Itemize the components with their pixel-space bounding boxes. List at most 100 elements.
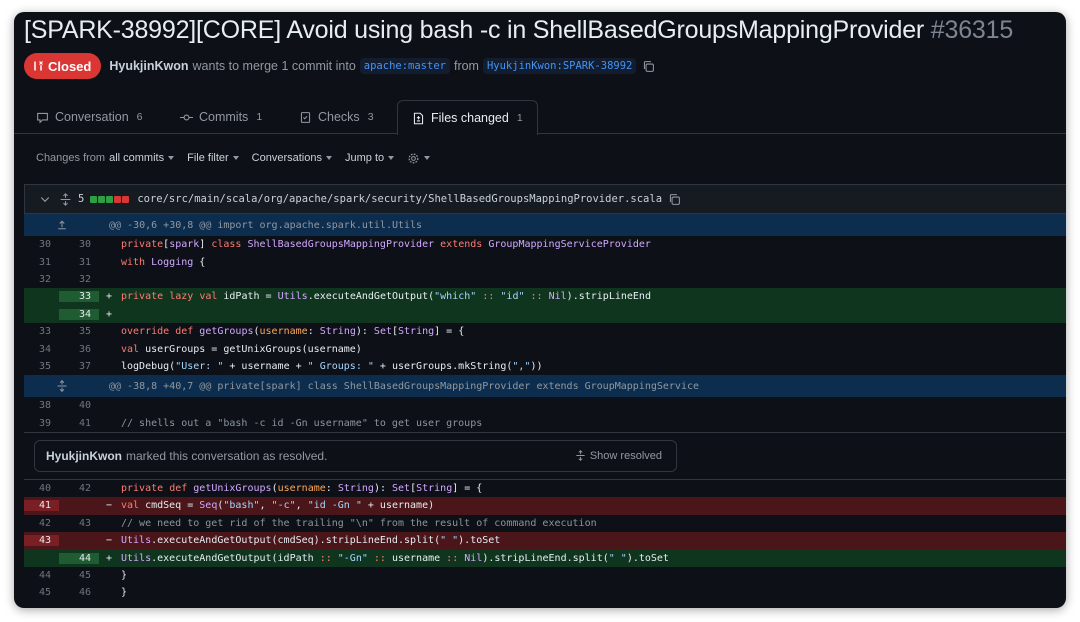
conversations-label: Conversations: [251, 152, 322, 164]
diff-line: 39 41 // shells out a "bash -c id -Gn us…: [24, 415, 1066, 432]
new-line-number[interactable]: 44: [59, 552, 99, 564]
code-line: }: [121, 587, 128, 599]
file-filter-dropdown[interactable]: File filter: [187, 152, 239, 164]
resolved-conversation: HyukjinKwon marked this conversation as …: [24, 431, 1066, 480]
pr-tabs: Conversation 6 Commits 1 Checks 3 Files …: [14, 100, 1066, 135]
unfold-icon: [576, 450, 585, 462]
resolved-user[interactable]: HyukjinKwon: [46, 449, 122, 463]
old-line-number[interactable]: 45: [24, 587, 59, 598]
settings-dropdown[interactable]: [407, 152, 431, 165]
diff-sign: −: [105, 500, 113, 512]
diff-line: 31 31 with Logging {: [24, 253, 1066, 270]
diff-line: 38 40: [24, 397, 1066, 414]
code-line: logDebug("User: " + username + " Groups:…: [121, 360, 543, 372]
tab-checks[interactable]: Checks 3: [299, 100, 374, 134]
gear-icon: [408, 153, 419, 163]
old-line-number[interactable]: 35: [24, 361, 59, 372]
tab-count: 6: [136, 111, 143, 123]
comment-icon: [37, 112, 48, 124]
code-line: Utils.executeAndGetOutput(cmdSeq).stripL…: [121, 535, 501, 547]
author-link[interactable]: HyukjinKwon: [109, 59, 188, 73]
copy-icon[interactable]: [668, 193, 681, 206]
new-line-number[interactable]: 34: [59, 308, 99, 320]
code-line: // we need to get rid of the trailing "\…: [121, 517, 597, 529]
old-line-number[interactable]: 31: [24, 257, 59, 268]
old-line-number[interactable]: 32: [24, 274, 59, 285]
new-line-number[interactable]: 36: [59, 344, 99, 355]
new-line-number[interactable]: 42: [59, 483, 99, 494]
caret-down-icon: [388, 156, 395, 160]
diff-line: 35 37 logDebug("User: " + username + " G…: [24, 358, 1066, 375]
old-line-number[interactable]: 38: [24, 400, 59, 411]
hunk-header: @@ -30,6 +30,8 @@ import org.apache.spar…: [24, 214, 1066, 236]
tab-files-changed[interactable]: Files changed 1: [397, 100, 538, 135]
diff-line: 32 32: [24, 271, 1066, 288]
new-line-number[interactable]: 46: [59, 587, 99, 598]
expand-icon[interactable]: [24, 380, 99, 393]
caret-down-icon: [232, 156, 239, 160]
new-line-number[interactable]: 41: [59, 418, 99, 429]
diffstat-block: [106, 195, 114, 203]
tab-label: Conversation: [55, 110, 129, 124]
old-line-number[interactable]: 34: [24, 344, 59, 355]
diff-line: 42 43 // we need to get rid of the trail…: [24, 515, 1066, 532]
file-path[interactable]: core/src/main/scala/org/apache/spark/sec…: [137, 193, 662, 205]
new-line-number[interactable]: 31: [59, 257, 99, 268]
tab-count: 3: [367, 111, 374, 123]
tab-conversation[interactable]: Conversation 6: [36, 100, 143, 134]
old-line-number[interactable]: 39: [24, 418, 59, 429]
old-line-number[interactable]: 42: [24, 518, 59, 529]
jump-to-dropdown[interactable]: Jump to: [345, 152, 395, 164]
pr-meta: Closed HyukjinKwon wants to merge 1 comm…: [24, 53, 655, 79]
pr-title: [SPARK-38992][CORE] Avoid using bash -c …: [24, 16, 925, 44]
code-line: with Logging {: [121, 256, 206, 268]
old-line-number[interactable]: 43: [24, 535, 59, 547]
from-text: from: [453, 59, 479, 73]
head-branch[interactable]: HyukjinKwon:SPARK-38992: [482, 58, 637, 74]
code-line: }: [121, 570, 128, 582]
new-line-number[interactable]: 45: [59, 570, 99, 581]
chevron-down-icon[interactable]: [39, 193, 51, 205]
diff-line-added: 34 +: [24, 305, 1066, 323]
changes-from-dropdown[interactable]: Changes from all commits: [36, 152, 175, 164]
merge-description: HyukjinKwon wants to merge 1 commit into…: [109, 58, 655, 74]
diff-toolbar: Changes from all commits File filter Con…: [36, 150, 431, 166]
expand-all-icon[interactable]: [59, 192, 72, 206]
old-line-number[interactable]: 30: [24, 239, 59, 250]
copy-icon[interactable]: [642, 60, 655, 73]
tab-count: 1: [516, 112, 523, 124]
new-line-number[interactable]: 43: [59, 518, 99, 529]
diff-line-added: 33 + private lazy val idPath = Utils.exe…: [24, 288, 1066, 306]
checklist-icon: [300, 111, 311, 123]
conversations-dropdown[interactable]: Conversations: [252, 152, 332, 164]
changes-value: all commits: [109, 152, 165, 164]
file-change-count: 5: [78, 193, 85, 205]
old-line-number[interactable]: 33: [24, 326, 59, 337]
old-line-number[interactable]: 44: [24, 570, 59, 581]
diff-table: @@ -30,6 +30,8 @@ import org.apache.spar…: [24, 214, 1066, 602]
pull-request-closed-icon: [34, 61, 43, 71]
diff-sign: −: [105, 535, 113, 547]
new-line-number[interactable]: 30: [59, 239, 99, 250]
file-header: 5 core/src/main/scala/org/apache/spark/s…: [24, 184, 1066, 214]
diffstat-block: [114, 195, 122, 203]
page-title: [SPARK-38992][CORE] Avoid using bash -c …: [24, 16, 1013, 45]
merge-text: wants to merge 1 commit into: [192, 59, 356, 73]
new-line-number[interactable]: 35: [59, 326, 99, 337]
diff-line: 44 45 }: [24, 567, 1066, 584]
new-line-number[interactable]: 40: [59, 400, 99, 411]
old-line-number[interactable]: 40: [24, 483, 59, 494]
base-branch[interactable]: apache:master: [359, 58, 450, 74]
code-line: val cmdSeq = Seq("bash", "-c", "id -Gn "…: [121, 500, 435, 512]
new-line-number[interactable]: 37: [59, 361, 99, 372]
pr-window: [SPARK-38992][CORE] Avoid using bash -c …: [14, 12, 1066, 608]
old-line-number[interactable]: 41: [24, 500, 59, 512]
new-line-number[interactable]: 33: [59, 291, 99, 303]
show-resolved-button[interactable]: Show resolved: [575, 450, 662, 462]
file-diff-icon: [413, 112, 424, 124]
tab-commits[interactable]: Commits 1: [180, 100, 262, 134]
caret-down-icon: [168, 156, 175, 160]
new-line-number[interactable]: 32: [59, 274, 99, 285]
code-line: override def getGroups(username: String)…: [121, 326, 465, 338]
expand-up-icon[interactable]: [24, 219, 99, 231]
